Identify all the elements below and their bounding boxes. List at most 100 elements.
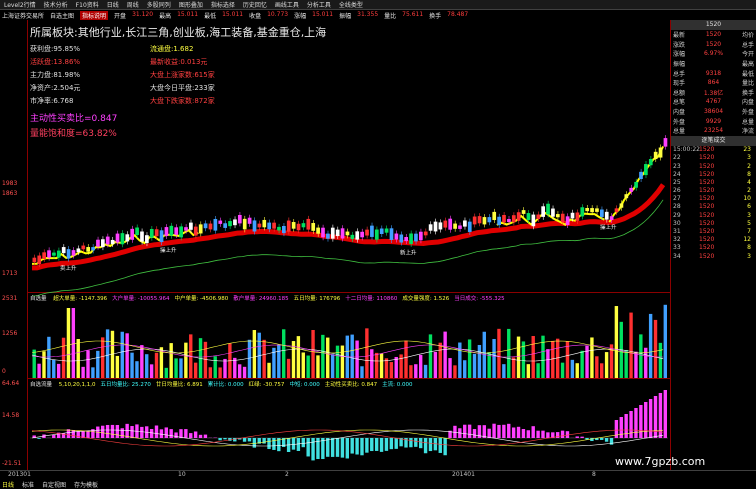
quote-row-value: 38604 [704, 108, 723, 115]
tick-list[interactable]: 15:00:2215202322152032315202241520825152… [671, 146, 756, 261]
volume-bar [561, 363, 564, 378]
tick-row[interactable]: 2415208 [671, 170, 756, 178]
flow-metric: 廿日均量比: 6.891 [156, 382, 203, 388]
view-tab[interactable]: 日线 [2, 480, 14, 489]
tick-row[interactable]: 27152010 [671, 195, 756, 203]
toolbar-item[interactable]: 画线工具 [273, 0, 301, 9]
tick-row[interactable]: 2515204 [671, 178, 756, 186]
candle-body [179, 226, 183, 237]
tick-volume: 4 [729, 179, 751, 186]
volume-bar [282, 329, 285, 378]
tick-volume: 7 [729, 228, 751, 235]
tick-row[interactable]: 3315208 [671, 244, 756, 252]
flow-bar [639, 405, 642, 438]
volume-bar [380, 354, 383, 378]
candle-body [311, 223, 315, 231]
flow-bar [116, 425, 119, 438]
flow-bar [72, 430, 75, 438]
volume-bar [101, 337, 104, 378]
tick-volume: 2 [729, 187, 751, 194]
flow-bar [556, 432, 559, 438]
volume-bar [218, 367, 221, 378]
toolbar-item[interactable]: 技术分析 [42, 0, 70, 9]
ma-green-line [32, 200, 663, 296]
quote-row: 振幅最高 [671, 59, 756, 69]
flow-bar [125, 424, 128, 438]
candle-body [620, 203, 624, 207]
candle-body [654, 152, 658, 159]
candle-body [590, 208, 594, 212]
tick-row[interactable]: 2215203 [671, 154, 756, 162]
flow-bar [37, 438, 40, 439]
chart-area[interactable]: 19831863171325311256064.6414.58-21.51 卖上… [0, 20, 670, 470]
candle-body [189, 223, 193, 230]
quote-row-value: 4767 [706, 98, 721, 105]
flow-bar [174, 432, 177, 438]
tick-row[interactable]: 15:00:22152023 [671, 146, 756, 154]
flow-bar [160, 429, 163, 438]
toolbar-item[interactable]: 图形叠加 [177, 0, 205, 9]
flow-bar [346, 438, 349, 458]
quote-row-label: 涨幅 [673, 49, 685, 58]
toolbar-item[interactable]: 周线 [125, 0, 141, 9]
toolbar-item[interactable]: 日线 [105, 0, 121, 9]
tick-row[interactable]: 32152012 [671, 236, 756, 244]
volume-bar [590, 337, 593, 378]
toolbar-item[interactable]: F10资料 [74, 0, 101, 9]
tick-header[interactable]: 逐笔成交 [671, 136, 756, 146]
flow-bar [580, 437, 583, 438]
candle-body [360, 232, 364, 237]
toolbar-item[interactable]: 分析工具 [305, 0, 333, 9]
volume-bar [370, 349, 373, 378]
stat-value: 大盘今日平盘:233家 [150, 83, 290, 93]
toolbar-item[interactable]: 全线类型 [337, 0, 365, 9]
volume-bar [458, 343, 461, 378]
tick-time: 25 [673, 179, 699, 186]
volume-bar [233, 358, 236, 378]
volume-bar [204, 342, 207, 378]
candle-body [130, 229, 134, 240]
indicator-tag[interactable]: 指标说明 [80, 11, 108, 20]
stat-value: 大盘下跌家数:872家 [150, 96, 290, 106]
tick-row[interactable]: 3015205 [671, 219, 756, 227]
tick-price: 1520 [699, 163, 729, 170]
volume-bar [37, 364, 40, 378]
candle-body [458, 225, 462, 228]
toolbar-item[interactable]: Level2行情 [2, 0, 38, 9]
view-tab[interactable]: 存为模板 [74, 480, 98, 489]
candle-body [77, 248, 81, 252]
volume-bar [546, 349, 549, 378]
volume-bar [331, 354, 334, 378]
candle-body [326, 234, 330, 239]
tick-row[interactable]: 3115207 [671, 227, 756, 235]
view-tab[interactable]: 标准 [22, 480, 34, 489]
candle-body [571, 213, 575, 219]
tick-row[interactable]: 2315202 [671, 162, 756, 170]
candle-body [214, 219, 218, 231]
tick-price: 1520 [699, 244, 729, 251]
tick-row[interactable]: 2815206 [671, 203, 756, 211]
tick-row[interactable]: 3415203 [671, 252, 756, 260]
quote-right-panel: 1520最新1520均价涨跌1520总手涨幅6.97%今开振幅最高总手9318最… [670, 20, 756, 470]
volume-bar [287, 359, 290, 378]
stat-label: 净资产:2.504元 [30, 83, 150, 93]
toolbar-item[interactable]: 指标选择 [209, 0, 237, 9]
view-tab[interactable]: 自定视图 [42, 480, 66, 489]
tick-row[interactable]: 2915203 [671, 211, 756, 219]
volume-bar [600, 363, 603, 378]
toolbar-item[interactable]: 历史回忆 [241, 0, 269, 9]
candle-body [395, 234, 399, 240]
status-bar: 2013011022014018 日线标准自定视图存为模板 [0, 470, 756, 487]
candle-body [610, 216, 614, 220]
candle-body [37, 256, 41, 265]
volume-bar [184, 343, 187, 378]
quote-values: 开盘31.120最高15.011最低15.011收盘10.773涨幅15.011… [114, 11, 468, 20]
toolbar-item[interactable]: 多股同列 [145, 0, 173, 9]
date-label: 201401 [452, 471, 475, 478]
tick-price: 1520 [699, 228, 729, 235]
tick-row[interactable]: 2615202 [671, 186, 756, 194]
quote-row-label: 振幅 [673, 59, 685, 68]
volume-bar [605, 352, 608, 378]
candle-body [527, 213, 531, 220]
quote-label: 收盘 [249, 11, 261, 20]
